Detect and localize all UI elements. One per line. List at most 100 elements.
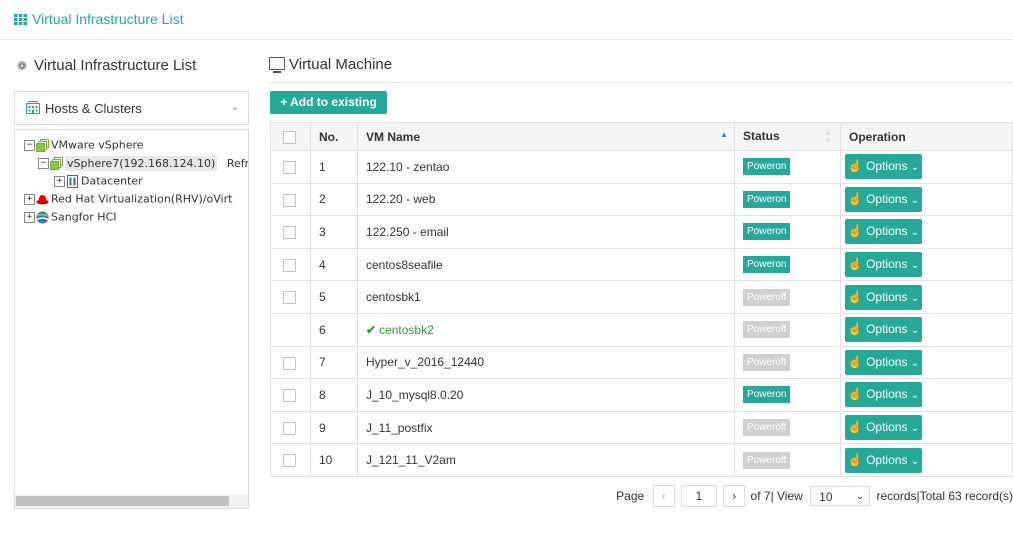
options-button[interactable]: ☝ Options ⌄	[845, 349, 922, 375]
row-number: 2	[310, 182, 358, 217]
status-cell: Poweron	[734, 215, 841, 249]
options-label: Options	[866, 224, 908, 239]
row-checkbox[interactable]	[283, 160, 296, 174]
row-checkbox[interactable]	[283, 389, 296, 403]
hand-pointer-icon: ☝	[847, 354, 863, 369]
row-number: 6	[310, 312, 358, 347]
options-label: Options	[866, 159, 908, 174]
status-cell: Poweroff	[734, 410, 841, 445]
chevron-down-icon: ⌄	[910, 423, 920, 435]
row-number: 3	[310, 215, 358, 249]
chevron-down-icon: ⌄	[910, 292, 920, 304]
next-page-button[interactable]: ›	[723, 485, 746, 507]
operation-cell: ☝ Options ⌄	[840, 215, 1013, 249]
select-all-checkbox[interactable]	[283, 130, 296, 144]
expand-toggle-icon[interactable]: +	[54, 175, 65, 187]
status-cell: Poweroff	[734, 312, 841, 347]
table-row[interactable]: 8 J_10_mysql8.0.20 Poweron ☝ Options ⌄	[270, 378, 1013, 412]
column-header-status[interactable]: Status ▲ ▼	[734, 122, 841, 151]
options-button[interactable]: ☝ Options ⌄	[845, 415, 922, 441]
status-cell: Poweroff	[734, 280, 841, 314]
options-label: Options	[866, 257, 908, 272]
expand-toggle-icon[interactable]: +	[24, 193, 35, 205]
options-button[interactable]: ☝ Options ⌄	[845, 252, 922, 278]
row-checkbox[interactable]	[283, 421, 296, 435]
vm-table: No. VM Name ▲ Status ▲ ▼ Operation 1 122.10 …	[270, 122, 1013, 477]
infrastructure-view-select[interactable]: Hosts & Clusters ⌄	[14, 91, 249, 125]
records-per-page-select[interactable]: 10 ⌄	[810, 486, 871, 506]
row-checkbox-cell	[270, 378, 311, 412]
vm-name: 122.250 - email	[366, 224, 449, 239]
row-checkbox[interactable]	[283, 258, 296, 272]
table-row[interactable]: 10 J_121_11_V2am Poweroff ☝ Options ⌄	[270, 443, 1013, 477]
table-row[interactable]: 1 122.10 - zentao Poweron ☝ Options ⌄	[270, 150, 1013, 184]
row-checkbox[interactable]	[283, 356, 296, 370]
row-checkbox[interactable]	[283, 193, 296, 207]
options-label: Options	[866, 322, 908, 337]
row-number: 8	[310, 378, 358, 412]
table-row[interactable]: 6 ✔ centosbk2 Poweroff ☝ Options ⌄	[270, 312, 1013, 347]
row-checkbox[interactable]	[283, 226, 296, 240]
page-title[interactable]: Virtual Infrastructure List	[32, 11, 183, 27]
page-label: Page	[616, 489, 645, 503]
expand-toggle-icon[interactable]: +	[24, 211, 35, 223]
collapse-toggle-icon[interactable]: −	[38, 157, 49, 169]
vm-name: centosbk2	[379, 322, 434, 337]
infrastructure-tree: − VMware vSphere − vSphere7(192.168.124.10…	[14, 129, 249, 509]
left-panel-title-text: Virtual Infrastructure List	[34, 57, 197, 74]
tree-node-vmware-vsphere[interactable]: − VMware vSphere	[24, 138, 144, 154]
prev-page-button[interactable]: ‹	[652, 485, 675, 507]
tree-horizontal-scrollbar[interactable]	[15, 494, 248, 508]
row-number: 9	[310, 410, 358, 445]
row-checkbox[interactable]	[283, 291, 296, 305]
row-checkbox-cell	[270, 443, 311, 477]
options-label: Options	[866, 420, 908, 435]
row-number: 1	[310, 150, 358, 184]
row-checkbox[interactable]	[283, 454, 296, 468]
column-header-vm-name[interactable]: VM Name ▲	[357, 122, 735, 151]
table-row[interactable]: 4 centos8seafile Poweron ☝ Options ⌄	[270, 247, 1013, 282]
options-button[interactable]: ☝ Options ⌄	[845, 382, 922, 408]
vm-name-cell: centos8seafile	[357, 247, 735, 282]
options-button[interactable]: ☝ Options ⌄	[845, 447, 922, 473]
options-button[interactable]: ☝ Options ⌄	[845, 186, 922, 212]
tree-node-sangfor[interactable]: + Sangfor HCI	[24, 210, 117, 226]
scrollbar-thumb[interactable]	[16, 496, 229, 506]
of-pages-label: of 7| View	[750, 489, 803, 503]
tree-node-redhat[interactable]: + Red Hat Virtualization(RHV)/oVirt	[24, 192, 232, 208]
vm-name-cell: J_121_11_V2am	[357, 443, 735, 477]
options-button[interactable]: ☝ Options ⌄	[845, 154, 922, 180]
tree-node-label: VMware vSphere	[51, 138, 144, 152]
hand-pointer-icon: ☝	[847, 159, 863, 174]
tree-node-vsphere7[interactable]: − vSphere7(192.168.124.10) Refre	[38, 155, 248, 172]
options-label: Options	[866, 289, 908, 304]
options-button[interactable]: ☝ Options ⌄	[845, 317, 922, 343]
chevron-down-icon: ⌄	[910, 162, 920, 174]
vm-name: centos8seafile	[366, 257, 443, 272]
sort-ascending-icon[interactable]: ▲	[720, 130, 728, 139]
options-button[interactable]: ☝ Options ⌄	[845, 219, 922, 245]
row-checkbox-cell	[270, 410, 311, 445]
collapse-toggle-icon[interactable]: −	[24, 139, 35, 151]
monitor-icon	[269, 57, 285, 73]
table-row[interactable]: 3 122.250 - email Poweron ☝ Options ⌄	[270, 215, 1013, 249]
table-row[interactable]: 7 Hyper_v_2016_12440 Poweroff ☝ Options ⌄	[270, 345, 1013, 380]
hand-pointer-icon: ☝	[847, 322, 863, 337]
add-to-existing-job-button[interactable]: + Add to existing job	[270, 91, 387, 132]
hand-pointer-icon: ☝	[847, 224, 863, 239]
hand-pointer-icon: ☝	[847, 191, 863, 206]
table-header-row: No. VM Name ▲ Status ▲ ▼ Operation	[270, 122, 1013, 151]
operation-cell: ☝ Options ⌄	[840, 410, 1013, 445]
table-row[interactable]: 2 122.20 - web Poweron ☝ Options ⌄	[270, 182, 1013, 217]
table-row[interactable]: 9 J_11_postfix Poweroff ☝ Options ⌄	[270, 410, 1013, 445]
tree-node-datacenter[interactable]: + Datacenter	[54, 174, 143, 190]
table-row[interactable]: 5 centosbk1 Poweroff ☝ Options ⌄	[270, 280, 1013, 314]
hand-pointer-icon: ☝	[847, 257, 863, 272]
hand-pointer-icon: ☝	[847, 387, 863, 402]
sort-icon[interactable]: ▲ ▼	[824, 128, 832, 145]
chevron-down-icon: ⌄	[910, 325, 920, 337]
options-button[interactable]: ☝ Options ⌄	[845, 284, 922, 310]
refresh-link[interactable]: Refre	[227, 157, 248, 170]
page-number-input[interactable]: 1	[680, 485, 717, 507]
column-header-operation: Operation	[840, 122, 1013, 151]
